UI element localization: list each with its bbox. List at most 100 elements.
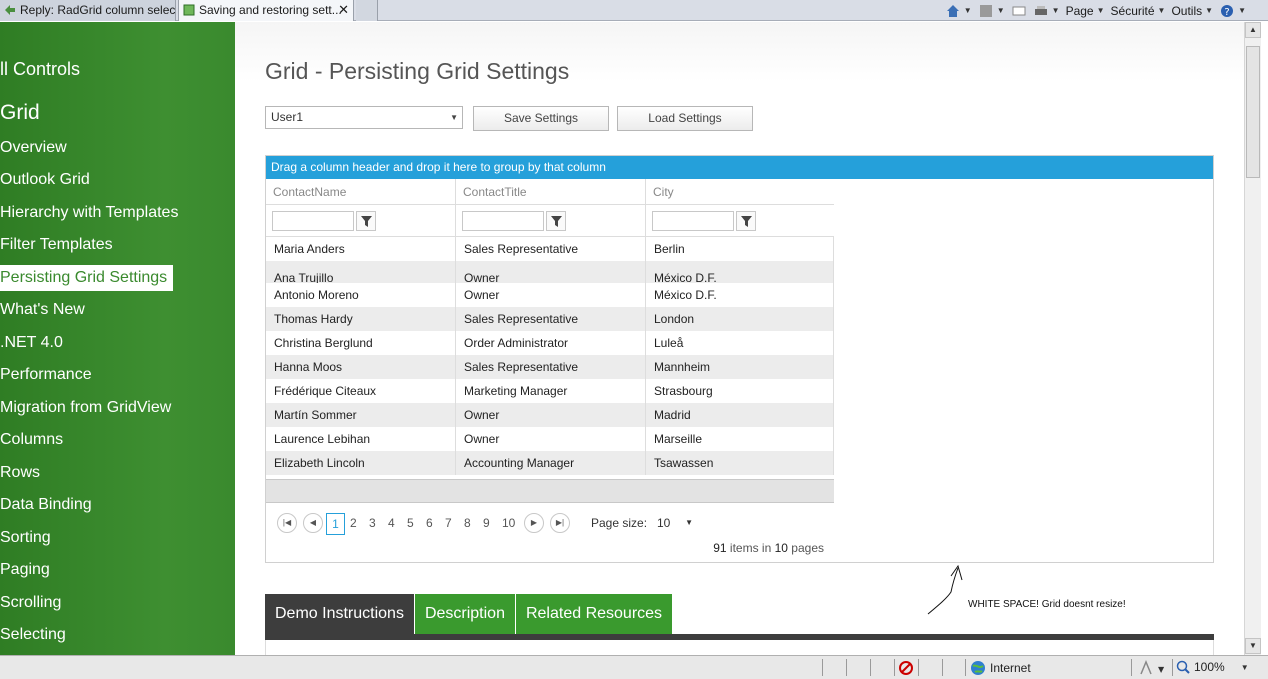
sidebar-item-data-binding[interactable]: Data Binding <box>0 492 98 518</box>
filter-button[interactable] <box>546 211 566 231</box>
scroll-thumb[interactable] <box>1246 46 1260 178</box>
page-link[interactable]: 4 <box>388 513 395 533</box>
user-select-dropdown[interactable]: User1 ▼ <box>265 106 463 129</box>
page-link[interactable]: 7 <box>445 513 452 533</box>
sidebar-item-scrolling[interactable]: Scrolling <box>0 590 67 616</box>
cell: Thomas Hardy <box>266 307 456 331</box>
sidebar-item-performance[interactable]: Performance <box>0 362 98 388</box>
column-header-city[interactable]: City <box>646 179 834 204</box>
cell: Marketing Manager <box>456 379 646 403</box>
scroll-up-icon[interactable]: ▲ <box>1245 22 1261 38</box>
sidebar-item-whats-new[interactable]: What's New <box>0 297 91 323</box>
sidebar-item-outlook-grid[interactable]: Outlook Grid <box>0 167 96 193</box>
load-settings-button[interactable]: Load Settings <box>617 106 753 131</box>
page-size-label: Page size: <box>591 516 648 530</box>
sidebar-item-sorting[interactable]: Sorting <box>0 525 57 551</box>
cell: Madrid <box>646 403 834 427</box>
prev-page-icon[interactable]: ◀ <box>303 513 323 533</box>
help-button[interactable]: ? ▼ <box>1219 4 1246 18</box>
page-link[interactable]: 3 <box>369 513 376 533</box>
status-bar: Internet ▼ 100% ▼ <box>0 655 1268 679</box>
page-link[interactable]: 8 <box>464 513 471 533</box>
new-tab-button[interactable] <box>356 0 378 21</box>
sidebar-item-persisting-settings[interactable]: Persisting Grid Settings <box>0 265 174 291</box>
next-page-icon[interactable]: ▶ <box>524 513 544 533</box>
browser-tab-saving[interactable]: Saving and restoring sett... ✕ <box>178 0 354 21</box>
header-row: ContactName ContactTitle City <box>266 179 834 205</box>
sidebar-item-overview[interactable]: Overview <box>0 135 73 161</box>
feeds-button[interactable]: ▼ <box>978 4 1005 18</box>
browser-tab-reply[interactable]: Reply: RadGrid column selec... <box>0 0 176 21</box>
page-size-dropdown[interactable]: 10 ▼ <box>653 513 697 533</box>
tab-description[interactable]: Description <box>414 594 516 634</box>
page-size-value: 10 <box>657 516 671 530</box>
sidebar-item-paging[interactable]: Paging <box>0 557 56 583</box>
page-link[interactable]: 1 <box>326 513 345 535</box>
zoom-control[interactable]: 100% ▼ <box>1176 660 1249 674</box>
column-header-contacttitle[interactable]: ContactTitle <box>456 179 646 204</box>
tab-label: Saving and restoring sett... <box>199 3 342 17</box>
sidebar-item-hierarchy-templates[interactable]: Hierarchy with Templates <box>0 200 184 226</box>
table-row[interactable]: Laurence Lebihan Owner Marseille <box>266 427 834 451</box>
save-settings-button[interactable]: Save Settings <box>473 106 609 131</box>
page-link[interactable]: 10 <box>502 513 515 533</box>
page-link[interactable]: 2 <box>350 513 357 533</box>
sidebar-item-columns[interactable]: Columns <box>0 427 69 453</box>
filter-input-contacttitle[interactable] <box>462 211 544 231</box>
tools-menu[interactable]: Outils ▼ <box>1171 4 1213 18</box>
table-row[interactable]: Ana Trujillo Owner México D.F. <box>266 261 834 283</box>
sidebar-item-selecting[interactable]: Selecting <box>0 622 72 648</box>
all-controls-link[interactable]: ll Controls <box>0 59 80 80</box>
filter-input-contactname[interactable] <box>272 211 354 231</box>
sidebar-item-net40[interactable]: .NET 4.0 <box>0 330 69 356</box>
page-menu[interactable]: Page ▼ <box>1066 4 1105 18</box>
sidebar: ll Controls Grid Overview Outlook Grid H… <box>0 22 235 655</box>
cell: Strasbourg <box>646 379 834 403</box>
table-row[interactable]: Frédérique Citeaux Marketing Manager Str… <box>266 379 834 403</box>
filter-button[interactable] <box>356 211 376 231</box>
scroll-down-icon[interactable]: ▼ <box>1245 638 1261 654</box>
vertical-scrollbar[interactable]: ▲ ▼ <box>1244 22 1261 655</box>
cell: Sales Representative <box>456 237 646 261</box>
popup-blocked-icon[interactable] <box>898 660 914 676</box>
table-row[interactable]: Maria Anders Sales Representative Berlin <box>266 237 834 261</box>
print-button[interactable]: ▼ <box>1033 4 1060 18</box>
protected-mode-icon[interactable]: ▼ <box>1138 660 1168 676</box>
table-row[interactable]: Antonio Moreno Owner México D.F. <box>266 283 834 307</box>
close-tab-icon[interactable]: ✕ <box>338 0 349 20</box>
sidebar-item-migration[interactable]: Migration from GridView <box>0 395 177 421</box>
cell: Hanna Moos <box>266 355 456 379</box>
annotation-note: WHITE SPACE! Grid doesnt resize! <box>968 599 1126 610</box>
sidebar-item-rows[interactable]: Rows <box>0 460 46 486</box>
table-row[interactable]: Elizabeth Lincoln Accounting Manager Tsa… <box>266 451 834 475</box>
table-row[interactable]: Christina Berglund Order Administrator L… <box>266 331 834 355</box>
page-link[interactable]: 6 <box>426 513 433 533</box>
mail-button[interactable] <box>1011 4 1027 18</box>
sidebar-item-filter-templates[interactable]: Filter Templates <box>0 232 119 258</box>
tab-demo-instructions[interactable]: Demo Instructions <box>265 594 415 634</box>
tab-related-resources[interactable]: Related Resources <box>515 594 674 634</box>
cell: México D.F. <box>646 261 834 283</box>
home-button[interactable]: ▼ <box>945 4 972 18</box>
table-row[interactable]: Martín Sommer Owner Madrid <box>266 403 834 427</box>
table-row[interactable]: Hanna Moos Sales Representative Mannheim <box>266 355 834 379</box>
filter-button[interactable] <box>736 211 756 231</box>
table-row[interactable]: Thomas Hardy Sales Representative London <box>266 307 834 331</box>
svg-text:▼: ▼ <box>1158 665 1165 674</box>
security-zone[interactable]: Internet <box>970 660 1031 676</box>
cell: Sales Representative <box>456 355 646 379</box>
last-page-icon[interactable]: ▶| <box>550 513 570 533</box>
cell: Ana Trujillo <box>266 261 456 283</box>
group-panel[interactable]: Drag a column header and drop it here to… <box>266 156 1213 179</box>
grid-footer-bar <box>266 479 834 503</box>
cell: Berlin <box>646 237 834 261</box>
pager: |◀ ◀ 1 2 3 4 5 6 7 8 9 10 ▶ ▶| Page size… <box>266 504 834 562</box>
page-link[interactable]: 5 <box>407 513 414 533</box>
first-page-icon[interactable]: |◀ <box>277 513 297 533</box>
filter-input-city[interactable] <box>652 211 734 231</box>
security-menu[interactable]: Sécurité ▼ <box>1111 4 1166 18</box>
page-link[interactable]: 9 <box>483 513 490 533</box>
user-select-value: User1 <box>271 110 304 124</box>
column-header-contactname[interactable]: ContactName <box>266 179 456 204</box>
cell: Owner <box>456 403 646 427</box>
